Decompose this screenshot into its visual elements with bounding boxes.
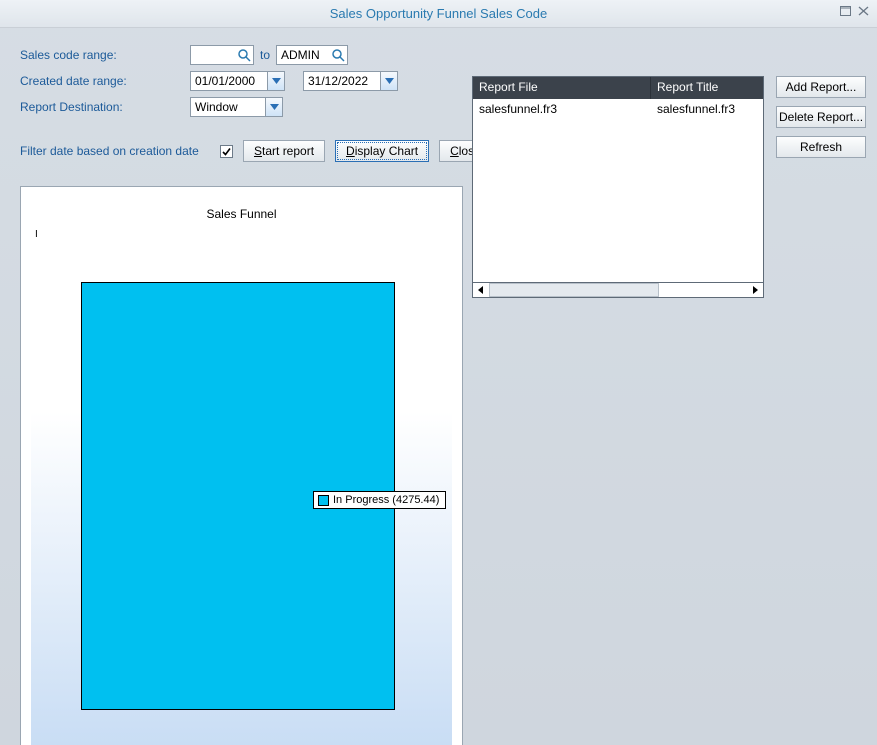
report-destination-select[interactable]: Window: [190, 97, 283, 117]
legend-label: In Progress (4275.44): [333, 494, 439, 506]
add-report-label: Add Report...: [786, 80, 857, 94]
table-row[interactable]: salesfunnel.fr3 salesfunnel.fr3: [473, 99, 763, 119]
col-header-report-title[interactable]: Report Title: [651, 77, 763, 99]
refresh-label: Refresh: [800, 140, 842, 154]
delete-report-button[interactable]: Delete Report...: [776, 106, 866, 128]
scroll-track[interactable]: [489, 283, 747, 297]
delete-report-label: Delete Report...: [779, 110, 863, 124]
report-destination-label: Report Destination:: [20, 100, 170, 114]
start-report-mnemonic: S: [254, 144, 262, 158]
window-title: Sales Opportunity Funnel Sales Code: [330, 6, 548, 21]
date-to-value: 31/12/2022: [308, 73, 380, 89]
sales-code-range-label: Sales code range:: [20, 48, 170, 62]
search-icon[interactable]: [331, 48, 345, 62]
window-controls: [837, 4, 871, 18]
chevron-down-icon[interactable]: [265, 98, 282, 116]
content-area: Sales code range: to ADMIN Created date …: [0, 28, 877, 174]
chart-legend: In Progress (4275.44): [313, 491, 446, 509]
start-report-rest: tart report: [262, 144, 314, 158]
refresh-button[interactable]: Refresh: [776, 136, 866, 158]
col-header-report-file[interactable]: Report File: [473, 77, 651, 99]
sales-code-from-input[interactable]: [190, 45, 254, 65]
chart-title: Sales Funnel: [21, 207, 462, 221]
created-date-range-label: Created date range:: [20, 74, 170, 88]
date-to-input[interactable]: 31/12/2022: [303, 71, 398, 91]
cell-report-title: salesfunnel.fr3: [651, 100, 763, 118]
sales-code-from-value: [195, 47, 233, 63]
start-report-button[interactable]: Start report: [243, 140, 325, 162]
report-list-header: Report File Report Title: [473, 77, 763, 99]
cell-report-file: salesfunnel.fr3: [473, 100, 651, 118]
sales-code-to-input[interactable]: ADMIN: [276, 45, 348, 65]
chevron-down-icon[interactable]: [267, 72, 284, 90]
scroll-thumb[interactable]: [489, 283, 659, 297]
title-bar: Sales Opportunity Funnel Sales Code: [0, 0, 877, 28]
report-destination-value: Window: [195, 99, 265, 115]
filter-creation-date-checkbox[interactable]: [220, 145, 233, 158]
add-report-button[interactable]: Add Report...: [776, 76, 866, 98]
sales-code-to-value: ADMIN: [281, 47, 327, 63]
chart-panel: Sales Funnel In Progress (4275.44) I: [20, 186, 463, 745]
scroll-right-icon[interactable]: [747, 283, 763, 297]
display-chart-rest: isplay Chart: [355, 144, 418, 158]
display-chart-button[interactable]: Display Chart: [335, 140, 429, 162]
side-buttons: Add Report... Delete Report... Refresh: [776, 76, 866, 158]
chevron-down-icon[interactable]: [380, 72, 397, 90]
scroll-left-icon[interactable]: [473, 283, 489, 297]
close-icon[interactable]: [855, 4, 871, 18]
display-chart-mnemonic: D: [346, 144, 355, 158]
horizontal-scrollbar[interactable]: [472, 282, 764, 298]
filter-creation-date-label: Filter date based on creation date: [20, 144, 210, 158]
row-sales-code-range: Sales code range: to ADMIN: [20, 44, 865, 66]
report-list: Report File Report Title salesfunnel.fr3…: [472, 76, 764, 298]
axis-tick-mark: I: [35, 229, 38, 240]
maximize-icon[interactable]: [837, 4, 853, 18]
search-icon[interactable]: [237, 48, 251, 62]
legend-swatch: [318, 495, 329, 506]
to-label: to: [260, 48, 270, 62]
date-from-value: 01/01/2000: [195, 73, 267, 89]
report-list-body: salesfunnel.fr3 salesfunnel.fr3: [473, 99, 763, 119]
date-from-input[interactable]: 01/01/2000: [190, 71, 285, 91]
close-mnemonic: C: [450, 144, 459, 158]
